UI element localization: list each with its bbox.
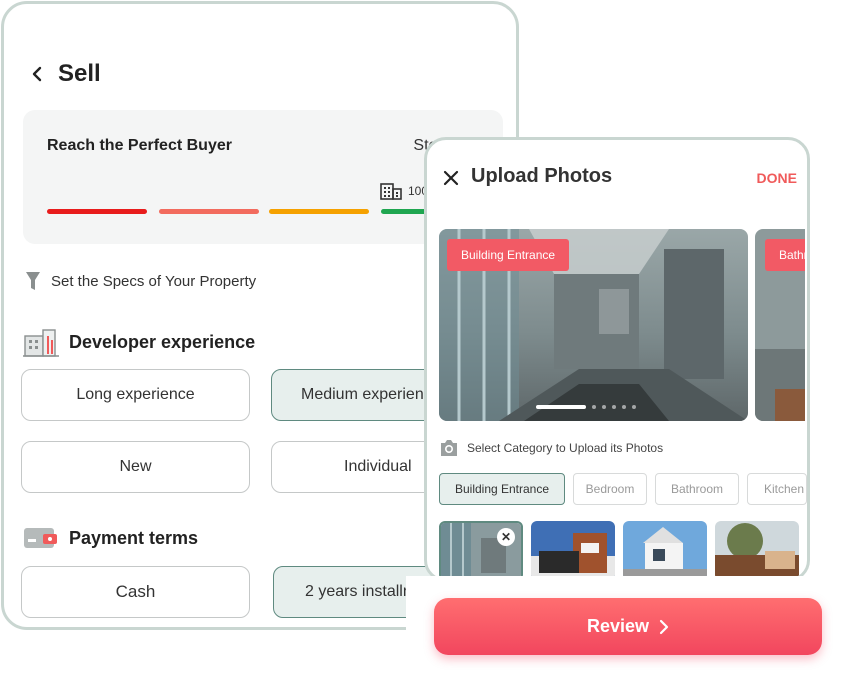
thumbnail-3[interactable]	[623, 521, 707, 579]
chip-building-entrance[interactable]: Building Entrance	[439, 473, 565, 505]
spec-text: Set the Specs of Your Property	[51, 272, 257, 290]
chip-bedroom[interactable]: Bedroom	[573, 473, 647, 505]
upload-title: Upload Photos	[471, 165, 613, 187]
payment-card-icon	[24, 528, 57, 548]
thumbnail-selected[interactable]: ✕	[439, 521, 523, 579]
developer-section-title: Developer experience	[23, 326, 255, 358]
remove-photo-icon[interactable]: ✕	[497, 528, 515, 546]
page-title: Sell	[58, 60, 101, 87]
carousel-dot	[602, 405, 606, 409]
carousel-dot	[632, 405, 636, 409]
done-button[interactable]: DONE	[757, 170, 797, 186]
building-indicator: 100	[380, 182, 428, 200]
next-photo[interactable]: Bathroom	[755, 229, 805, 421]
camera-icon	[441, 440, 457, 456]
option-long-experience[interactable]: Long experience	[21, 369, 250, 421]
developer-title: Developer experience	[69, 331, 256, 352]
thumbnail-modern-house-image	[623, 521, 707, 579]
carousel-dot-active	[536, 405, 586, 409]
thumbnail-2[interactable]	[531, 521, 615, 579]
progress-segment-3	[269, 209, 369, 214]
progress-segment-2	[159, 209, 259, 214]
payment-section-title: Payment terms	[23, 525, 198, 551]
main-photo[interactable]: Building Entrance	[439, 229, 748, 421]
sell-header: Sell	[30, 60, 101, 88]
building-icon	[380, 183, 402, 200]
photo-category-badge: Building Entrance	[447, 239, 570, 271]
option-cash[interactable]: Cash	[21, 566, 250, 618]
chip-kitchen[interactable]: Kitchen	[747, 473, 807, 505]
filter-icon	[26, 272, 40, 290]
carousel-indicator	[536, 405, 636, 409]
upload-photos-card: Upload Photos DONE Building Entrance Bat…	[424, 137, 810, 582]
select-category-text: Select Category to Upload its Photos	[467, 441, 664, 455]
review-label: Review	[586, 616, 650, 636]
chip-bathroom[interactable]: Bathroom	[655, 473, 739, 505]
select-category-row: Select Category to Upload its Photos	[439, 439, 663, 457]
thumbnail-tree-house-image	[715, 521, 799, 579]
spec-row: Set the Specs of Your Property	[25, 270, 256, 292]
review-bar: Review	[406, 576, 829, 662]
close-icon[interactable]	[443, 170, 459, 186]
chevron-right-icon	[659, 619, 669, 634]
developer-icon	[23, 329, 59, 357]
carousel-dot	[612, 405, 616, 409]
back-arrow-icon[interactable]	[30, 66, 44, 82]
next-photo-badge: Bathroom	[765, 239, 805, 271]
progress-heading: Reach the Perfect Buyer	[47, 137, 232, 154]
payment-title: Payment terms	[69, 527, 199, 548]
thumbnail-house-image	[531, 521, 615, 579]
thumbnail-4[interactable]	[715, 521, 799, 579]
carousel-dot	[622, 405, 626, 409]
carousel-dot	[592, 405, 596, 409]
option-new[interactable]: New	[21, 441, 250, 493]
review-button[interactable]: Review	[434, 598, 822, 655]
progress-segment-1	[47, 209, 147, 214]
